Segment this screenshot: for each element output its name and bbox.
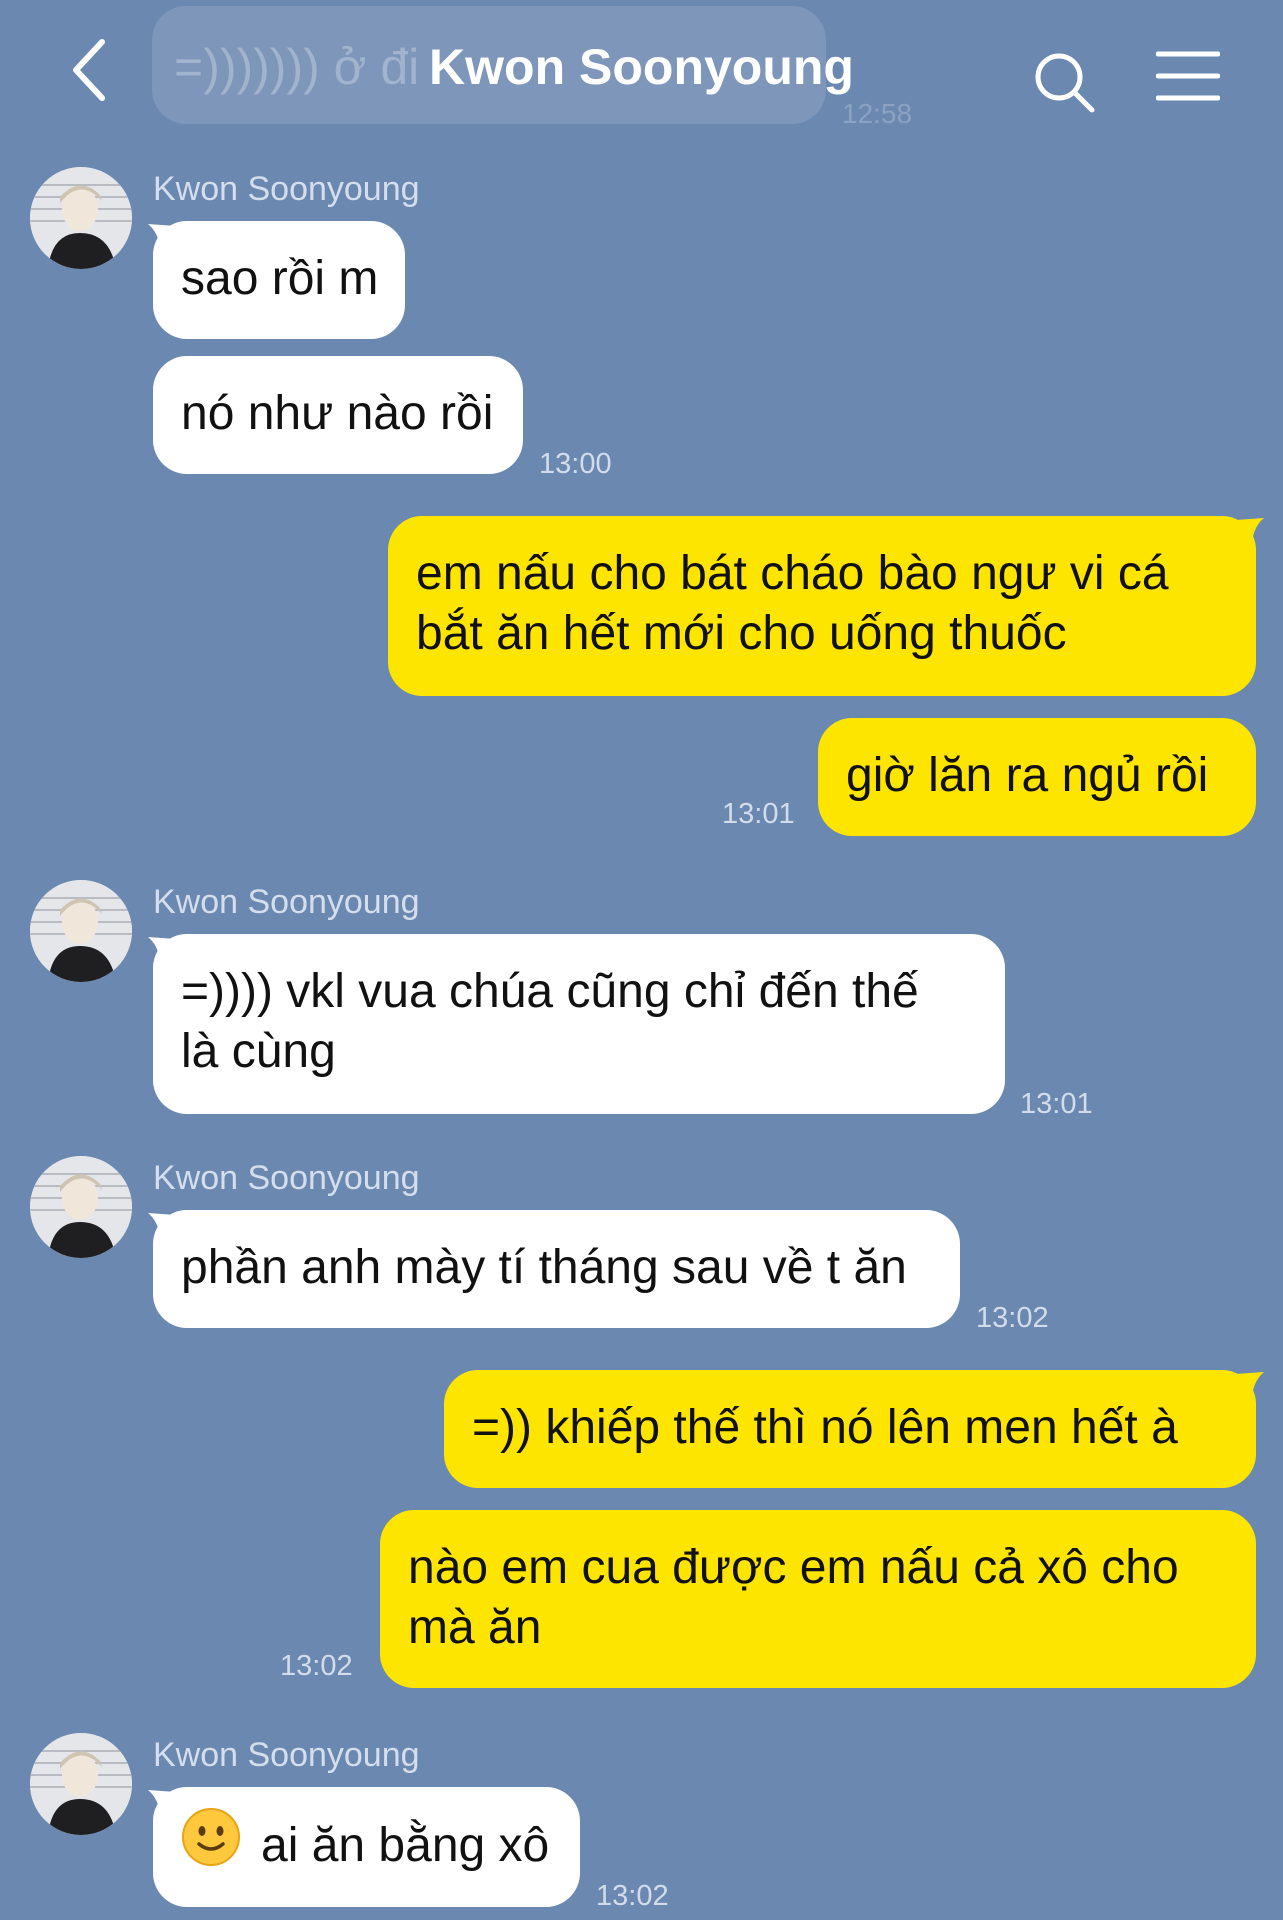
message-line: là cùng xyxy=(181,1025,336,1078)
menu-button[interactable] xyxy=(1155,50,1221,102)
smiling-face-icon xyxy=(181,1807,241,1882)
menu-icon xyxy=(1155,51,1221,101)
message-bubble[interactable]: ai ăn bằng xô xyxy=(153,1787,580,1907)
search-button[interactable] xyxy=(1030,48,1098,116)
message-bubble[interactable]: =)))) vkl vua chúa cũng chỉ đến thế là c… xyxy=(153,934,1005,1114)
message-time: 13:01 xyxy=(1020,1088,1093,1120)
message-bubble[interactable]: sao rồi m xyxy=(153,221,405,339)
message-line: =)) khiếp thế thì nó lên men hết à xyxy=(472,1401,1178,1454)
message-line: giờ lăn ra ngủ rồi xyxy=(846,749,1209,802)
previous-message-time: 12:58 xyxy=(842,98,913,129)
message-bubble[interactable]: nào em cua được em nấu cả xô cho mà ăn xyxy=(380,1510,1256,1688)
message-time: 13:02 xyxy=(280,1650,353,1682)
sender-name: Kwon Soonyoung xyxy=(153,170,420,208)
message-bubble[interactable]: nó như nào rồi xyxy=(153,356,523,474)
message-line: mà ăn xyxy=(408,1601,542,1654)
search-icon xyxy=(1035,53,1095,113)
avatar[interactable] xyxy=(30,880,132,982)
message-bubble[interactable]: giờ lăn ra ngủ rồi xyxy=(818,718,1256,836)
avatar-image xyxy=(30,880,132,982)
message-line: nó như nào rồi xyxy=(181,387,494,440)
message-line: nào em cua được em nấu cả xô cho xyxy=(408,1541,1179,1594)
avatar[interactable] xyxy=(30,1156,132,1258)
message-line: ai ăn bằng xô xyxy=(261,1819,550,1873)
avatar[interactable] xyxy=(30,1733,132,1835)
message-line: sao rồi m xyxy=(181,252,379,305)
message-time: 13:02 xyxy=(596,1880,669,1912)
sender-name: Kwon Soonyoung xyxy=(153,1159,420,1197)
message-bubble[interactable]: phần anh mày tí tháng sau về t ăn xyxy=(153,1210,960,1328)
message-line: phần anh mày tí tháng sau về t ăn xyxy=(181,1241,907,1294)
message-line: bắt ăn hết mới cho uống thuốc xyxy=(416,607,1067,660)
sender-name: Kwon Soonyoung xyxy=(153,1736,420,1774)
message-line: =)))) vkl vua chúa cũng chỉ đến thế xyxy=(181,965,919,1018)
avatar-image xyxy=(30,167,132,269)
message-time: 13:02 xyxy=(976,1302,1049,1334)
message-line: em nấu cho bát cháo bào ngư vi cá xyxy=(416,547,1169,600)
message-time: 13:01 xyxy=(722,798,795,830)
message-bubble[interactable]: em nấu cho bát cháo bào ngư vi cá bắt ăn… xyxy=(388,516,1256,696)
avatar-image xyxy=(30,1156,132,1258)
avatar[interactable] xyxy=(30,167,132,269)
message-bubble[interactable]: =)) khiếp thế thì nó lên men hết à xyxy=(444,1370,1256,1488)
avatar-image xyxy=(30,1733,132,1835)
message-time: 13:00 xyxy=(539,448,612,480)
sender-name: Kwon Soonyoung xyxy=(153,883,420,921)
